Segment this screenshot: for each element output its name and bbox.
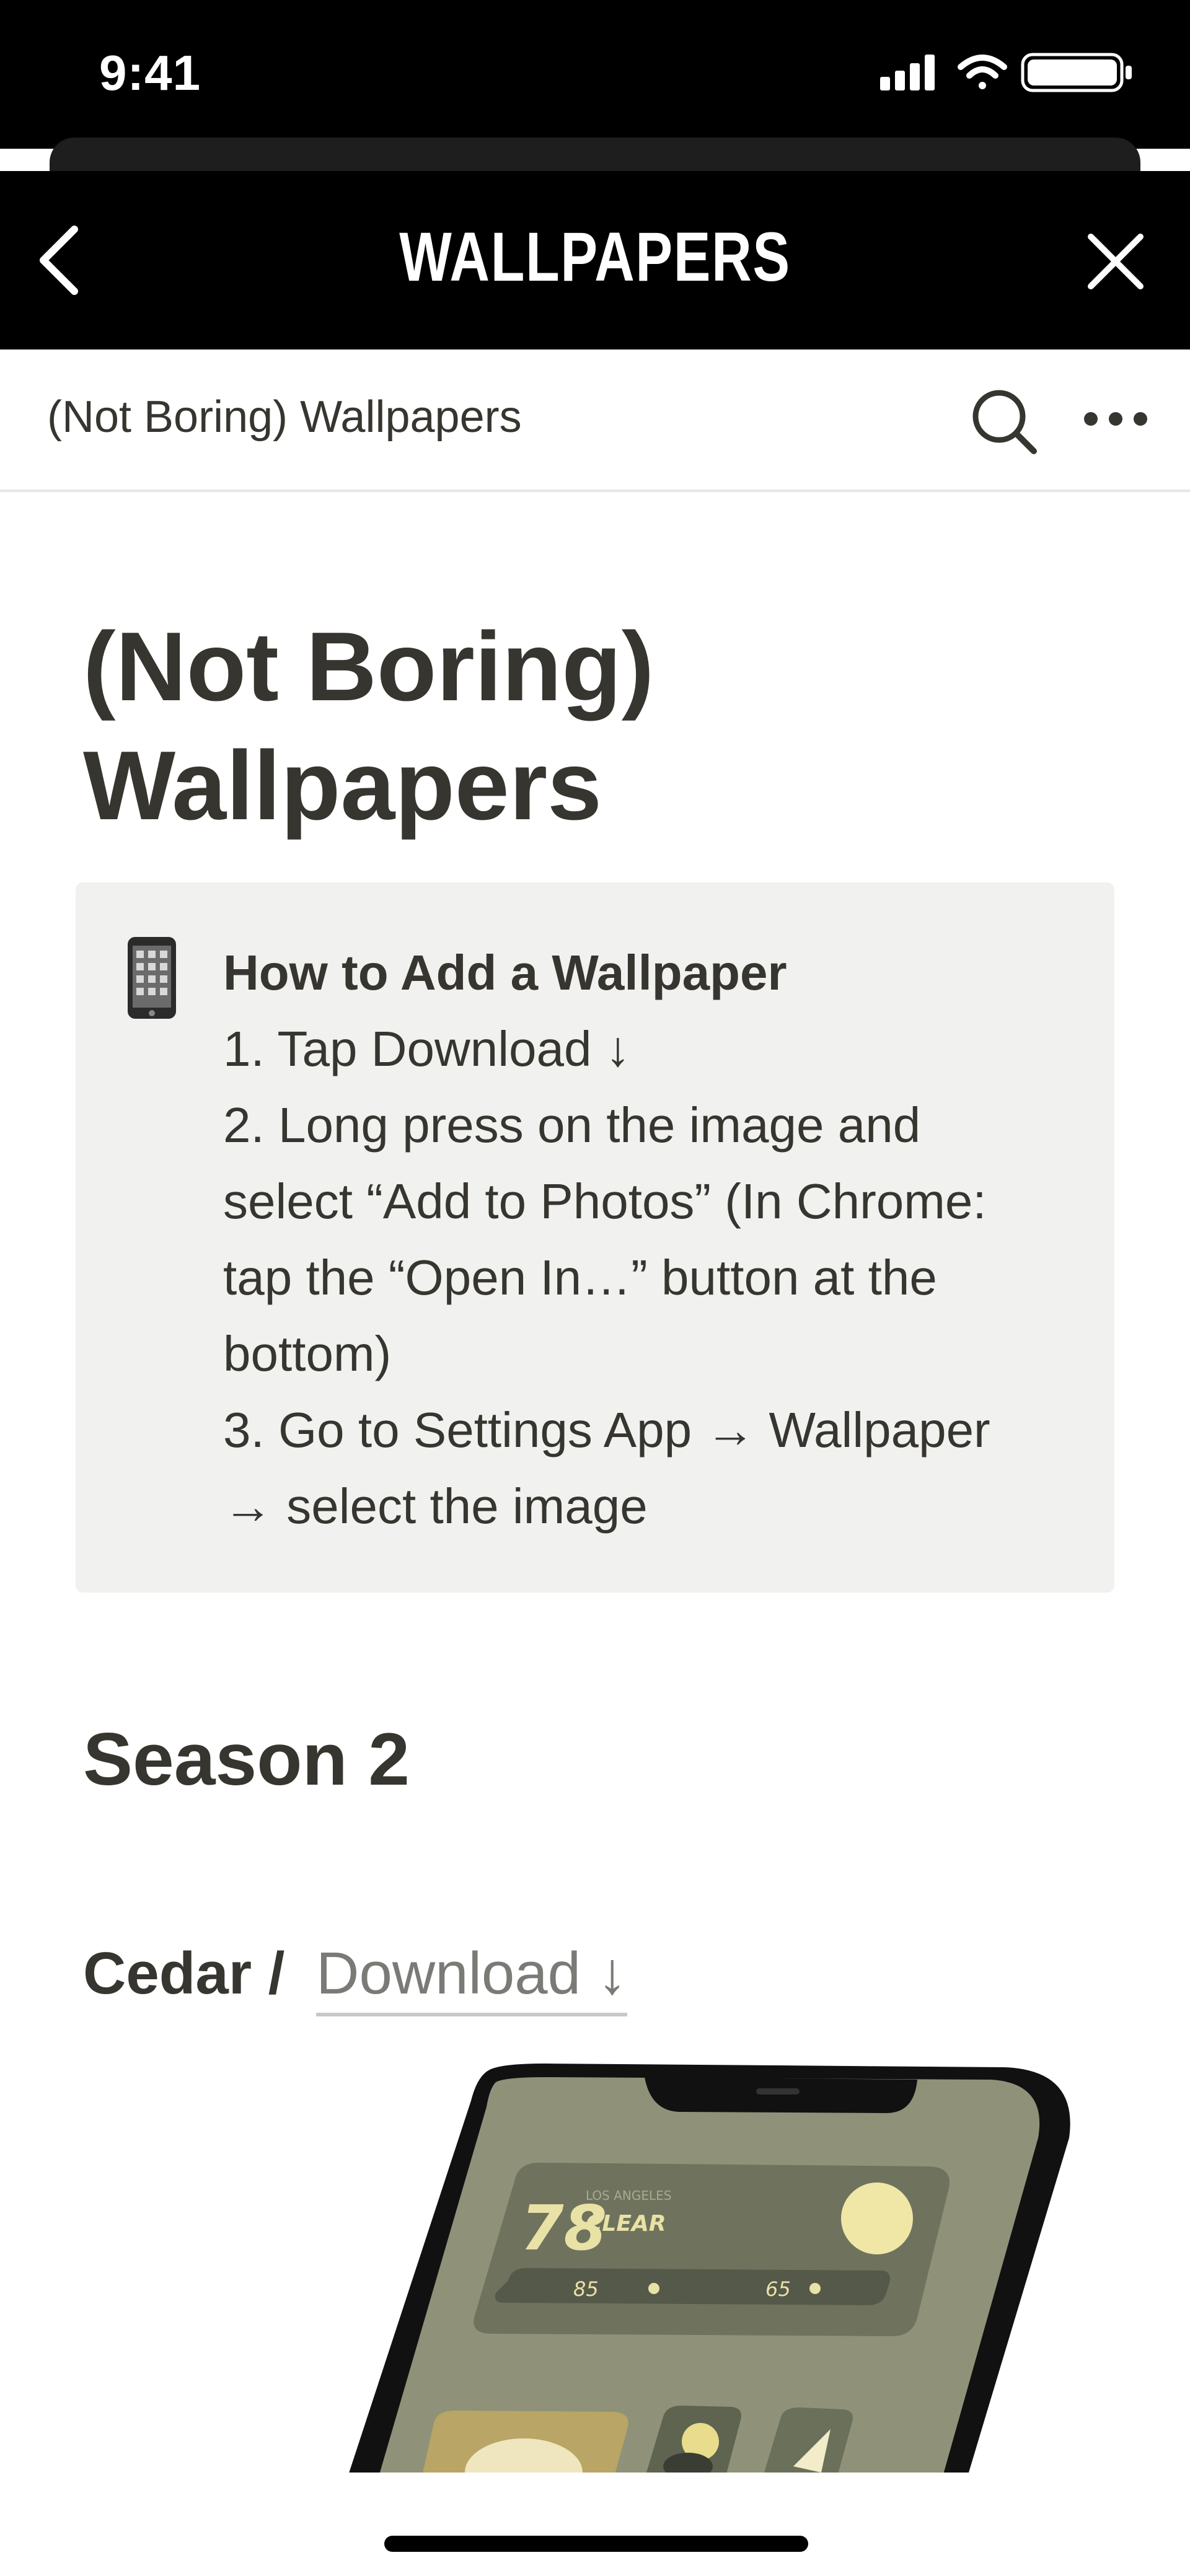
callout-line: 1. Tap Download ↓ bbox=[223, 1021, 630, 1076]
callout-line: select “Add to Photos” (In Chrome: bbox=[223, 1174, 987, 1229]
signal-icon bbox=[880, 55, 935, 90]
home-indicator bbox=[384, 2536, 808, 2552]
page-title-line-1: (Not Boring) bbox=[83, 612, 654, 721]
phone-icon bbox=[124, 934, 180, 1021]
callout-text: How to Add a Wallpaper 1. Tap Download ↓… bbox=[223, 934, 1078, 1544]
status-icons bbox=[880, 50, 1140, 93]
section-heading: Season 2 bbox=[83, 1718, 410, 1801]
search-button[interactable] bbox=[967, 384, 1041, 459]
more-icon bbox=[1084, 412, 1147, 426]
nav-title: WALLPAPERS bbox=[399, 218, 791, 296]
item-name: Cedar bbox=[83, 1940, 252, 2007]
wallpaper-item-title: Cedar / Download ↓ bbox=[83, 1940, 627, 2016]
close-icon bbox=[1088, 234, 1144, 289]
more-button[interactable] bbox=[1078, 397, 1153, 446]
callout-line: bottom) bbox=[223, 1326, 392, 1381]
page-title-line-2: Wallpapers bbox=[83, 731, 602, 840]
back-button[interactable] bbox=[25, 223, 93, 297]
close-button[interactable] bbox=[1085, 231, 1147, 292]
breadcrumb[interactable]: (Not Boring) Wallpapers bbox=[47, 392, 522, 442]
widget-low: 65 bbox=[765, 2277, 791, 2301]
widget-location: LOS ANGELES bbox=[586, 2188, 671, 2203]
battery-icon bbox=[1021, 53, 1132, 92]
callout-line: 2. Long press on the image and bbox=[223, 1097, 921, 1153]
sheet-edge bbox=[50, 138, 1140, 175]
download-link[interactable]: Download ↓ bbox=[316, 1940, 627, 2016]
search-icon bbox=[972, 390, 1037, 454]
wallpaper-preview-image[interactable]: 78 LOS ANGELES CLEAR 85 65 bbox=[0, 2045, 1190, 2473]
callout-line: tap the “Open In…” button at the bbox=[223, 1250, 937, 1305]
widget-condition: CLEAR bbox=[586, 2211, 666, 2236]
page-title: (Not Boring) Wallpapers bbox=[83, 607, 1137, 845]
callout-line: → select the image bbox=[223, 1479, 648, 1534]
chevron-left-icon bbox=[40, 226, 78, 295]
callout-heading: How to Add a Wallpaper bbox=[223, 945, 787, 1000]
status-time: 9:41 bbox=[99, 45, 201, 100]
widget-high: 85 bbox=[573, 2277, 599, 2301]
wifi-icon bbox=[958, 55, 1007, 89]
callout-line: 3. Go to Settings App → Wallpaper bbox=[223, 1402, 990, 1457]
item-separator: / bbox=[268, 1940, 285, 2007]
